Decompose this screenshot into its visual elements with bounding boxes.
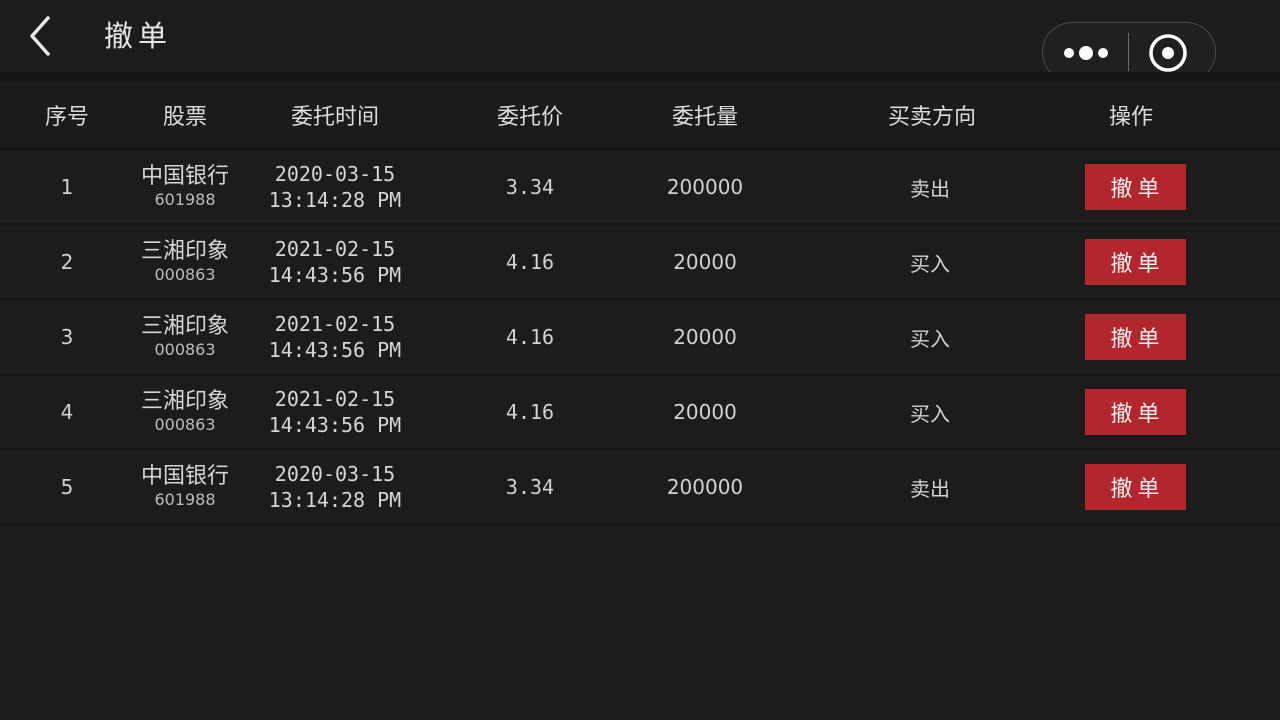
row-no: 4 — [60, 400, 74, 424]
chevron-left-icon — [30, 16, 50, 56]
header-time: 委托时间 — [290, 105, 379, 130]
order-time-cell: 2021-02-15 14:43:56 PM — [250, 301, 420, 373]
order-price: 4.16 — [505, 250, 555, 274]
order-price: 4.16 — [505, 325, 555, 349]
header-op: 操作 — [1108, 105, 1153, 130]
stock-code: 601988 — [154, 490, 216, 509]
table-row: 2 三湘印象 000863 2021-02-15 14:43:56 PM 4.1… — [0, 226, 1280, 301]
table-row: 1 中国银行 601988 2020-03-15 13:14:28 PM 3.3… — [0, 151, 1280, 226]
stock-cell: 中国银行 601988 — [125, 151, 245, 223]
cancel-order-button[interactable]: 撤单 — [1084, 464, 1186, 510]
table-row: 5 中国银行 601988 2020-03-15 13:14:28 PM 3.3… — [0, 451, 1280, 526]
order-clock: 13:14:28 PM — [268, 188, 402, 212]
more-button[interactable] — [1059, 33, 1117, 71]
table-row: 3 三湘印象 000863 2021-02-15 14:43:56 PM 4.1… — [0, 301, 1280, 376]
stock-cell: 三湘印象 000863 — [125, 226, 245, 298]
order-side: 买入 — [910, 401, 950, 426]
order-time-cell: 2021-02-15 14:43:56 PM — [250, 226, 420, 298]
order-qty: 20000 — [673, 325, 737, 349]
cancel-order-button[interactable]: 撤单 — [1084, 389, 1186, 435]
cancel-order-button[interactable]: 撤单 — [1084, 239, 1186, 285]
stock-name: 三湘印象 — [140, 239, 229, 264]
stock-cell: 中国银行 601988 — [125, 451, 245, 523]
header-qty: 委托量 — [671, 105, 738, 130]
target-circle-icon — [1149, 34, 1187, 72]
order-date: 2020-03-15 — [274, 462, 396, 486]
order-side: 买入 — [910, 251, 950, 276]
stock-name: 三湘印象 — [140, 314, 229, 339]
order-clock: 13:14:28 PM — [268, 488, 402, 512]
close-mini-program-button[interactable] — [1147, 32, 1189, 74]
order-price: 3.34 — [505, 475, 555, 499]
cancel-order-button[interactable]: 撤单 — [1084, 314, 1186, 360]
row-no: 2 — [60, 250, 74, 274]
stock-code: 000863 — [154, 265, 216, 284]
stock-cell: 三湘印象 000863 — [125, 301, 245, 373]
op-cell: 撤单 — [1060, 301, 1210, 373]
op-cell: 撤单 — [1060, 226, 1210, 298]
order-date: 2021-02-15 — [274, 312, 396, 336]
cancel-order-button[interactable]: 撤单 — [1084, 164, 1186, 210]
stock-cell: 三湘印象 000863 — [125, 376, 245, 448]
stock-code: 000863 — [154, 415, 216, 434]
cancel-order-page: 撤单 序号 股票 委托时间 委托价 委托量 买卖方向 操作 1 中国银行 601… — [0, 0, 1280, 720]
order-side: 买入 — [910, 326, 950, 351]
page-title: 撤单 — [104, 19, 173, 53]
order-qty: 200000 — [666, 475, 744, 499]
op-cell: 撤单 — [1060, 451, 1210, 523]
header-stock: 股票 — [162, 105, 207, 130]
op-cell: 撤单 — [1060, 151, 1210, 223]
order-price: 3.34 — [505, 175, 555, 199]
stock-code: 000863 — [154, 340, 216, 359]
row-no: 5 — [60, 475, 74, 499]
order-price: 4.16 — [505, 400, 555, 424]
order-time-cell: 2020-03-15 13:14:28 PM — [250, 151, 420, 223]
stock-code: 601988 — [154, 190, 216, 209]
order-qty: 20000 — [673, 400, 737, 424]
order-time-cell: 2021-02-15 14:43:56 PM — [250, 376, 420, 448]
capsule-divider — [1128, 33, 1129, 71]
order-qty: 20000 — [673, 250, 737, 274]
header-side: 买卖方向 — [887, 105, 976, 130]
order-side: 卖出 — [910, 476, 950, 501]
more-dots-icon — [1064, 46, 1108, 60]
stock-name: 中国银行 — [140, 464, 229, 489]
order-side: 卖出 — [910, 176, 950, 201]
order-table: 序号 股票 委托时间 委托价 委托量 买卖方向 操作 1 中国银行 601988… — [0, 82, 1280, 526]
order-date: 2021-02-15 — [274, 237, 396, 261]
order-clock: 14:43:56 PM — [268, 413, 402, 437]
order-date: 2021-02-15 — [274, 387, 396, 411]
order-clock: 14:43:56 PM — [268, 263, 402, 287]
row-no: 3 — [60, 325, 74, 349]
nav-divider — [0, 72, 1280, 82]
order-clock: 14:43:56 PM — [268, 338, 402, 362]
stock-name: 中国银行 — [140, 164, 229, 189]
header-no: 序号 — [44, 105, 89, 130]
empty-row — [0, 603, 1280, 675]
order-time-cell: 2020-03-15 13:14:28 PM — [250, 451, 420, 523]
empty-row — [0, 528, 1280, 600]
table-header: 序号 股票 委托时间 委托价 委托量 买卖方向 操作 — [0, 82, 1280, 151]
op-cell: 撤单 — [1060, 376, 1210, 448]
table-row: 4 三湘印象 000863 2021-02-15 14:43:56 PM 4.1… — [0, 376, 1280, 451]
row-no: 1 — [60, 175, 74, 199]
stock-name: 三湘印象 — [140, 389, 229, 414]
top-nav-bar: 撤单 — [0, 0, 1280, 82]
header-price: 委托价 — [496, 105, 563, 130]
back-button[interactable] — [22, 14, 62, 58]
order-date: 2020-03-15 — [274, 162, 396, 186]
order-qty: 200000 — [666, 175, 744, 199]
empty-row — [0, 678, 1280, 720]
